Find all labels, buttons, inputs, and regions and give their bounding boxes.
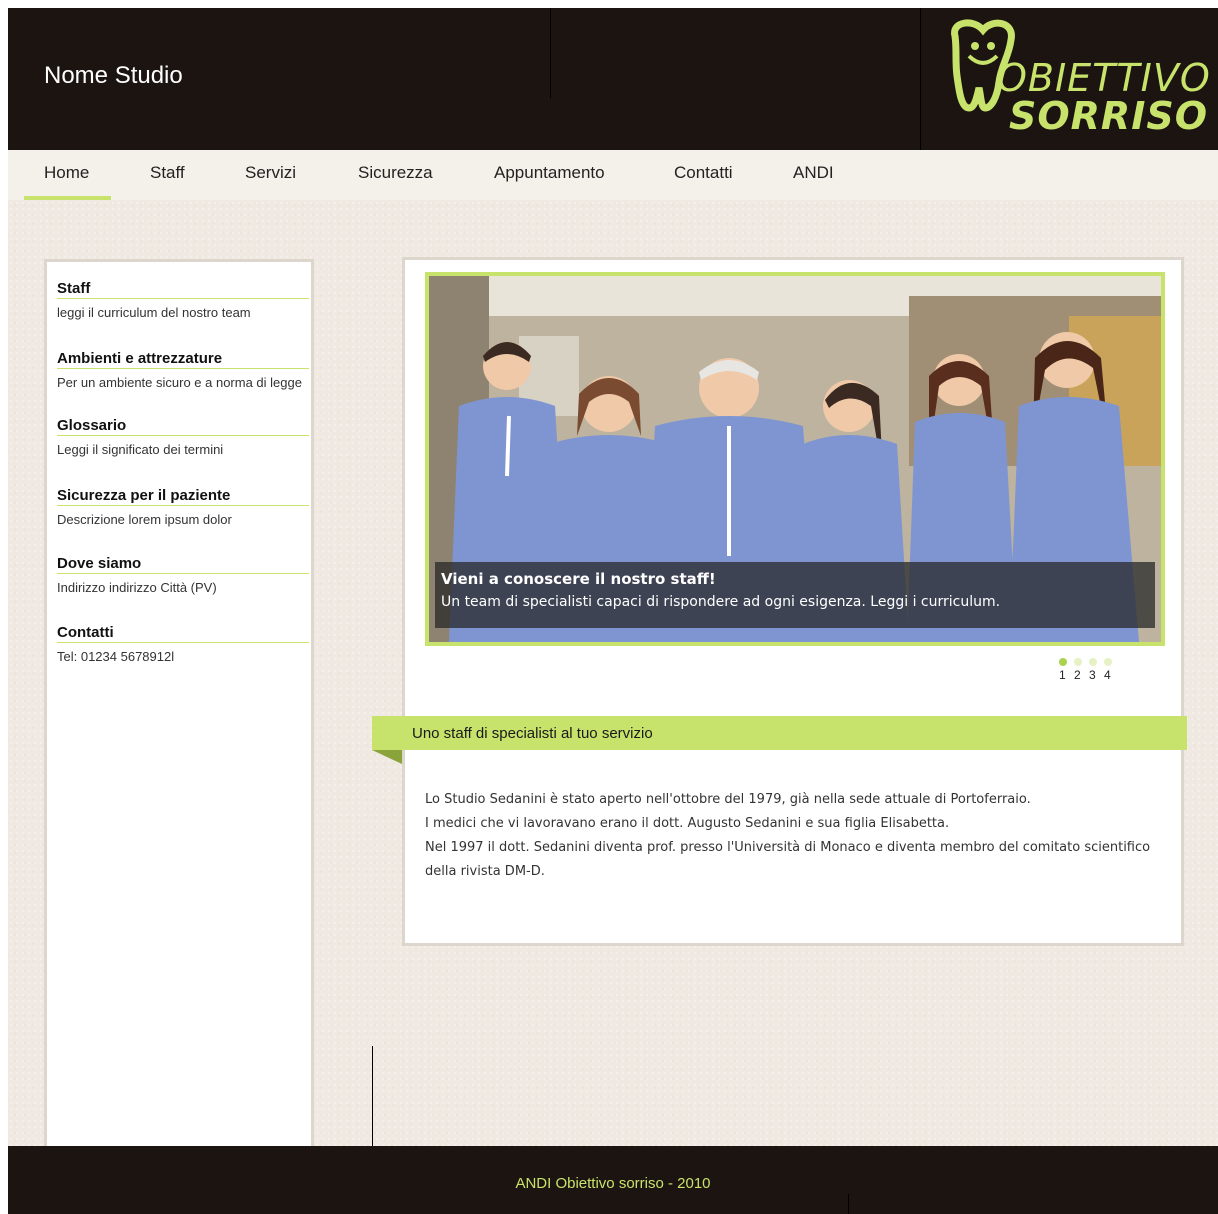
pager-dot-4[interactable] [1104, 658, 1112, 666]
sidebar-item-desc: Leggi il significato dei termini [57, 442, 224, 457]
sidebar-item-title[interactable]: Dove siamo [57, 555, 309, 574]
sidebar-item-desc: Descrizione lorem ipsum dolor [57, 512, 232, 527]
pager-number-1[interactable]: 1 [1059, 668, 1066, 682]
intro-paragraph: Lo Studio Sedanini è stato aperto nell'o… [425, 792, 1031, 807]
sidebar: Staff leggi il curriculum del nostro tea… [44, 259, 314, 1157]
staff-photo: Vieni a conoscere il nostro staff! Un te… [429, 276, 1161, 642]
pager-dot-1[interactable] [1059, 658, 1067, 666]
nav-item-appuntamento[interactable]: Appuntamento [494, 150, 605, 196]
slide-caption-title: Vieni a conoscere il nostro staff! [441, 570, 716, 588]
pager-number-3[interactable]: 3 [1089, 668, 1096, 682]
slide-caption-text[interactable]: Un team di specialisti capaci di rispond… [441, 594, 1000, 610]
pager-dot-2[interactable] [1074, 658, 1082, 666]
intro-paragraph: I medici che vi lavoravano erano il dott… [425, 816, 950, 831]
nav-item-home[interactable]: Home [24, 150, 112, 200]
section-ribbon: Uno staff di specialisti al tuo servizio [372, 716, 1187, 750]
pager-number-4[interactable]: 4 [1104, 668, 1111, 682]
sidebar-item-title[interactable]: Ambienti e attrezzature [57, 350, 309, 369]
nav-item-staff[interactable]: Staff [150, 150, 185, 196]
nav-item-servizi[interactable]: Servizi [245, 150, 296, 196]
sidebar-item-desc: Per un ambiente sicuro e a norma di legg… [57, 375, 302, 390]
main-nav: Home Staff Servizi Sicurezza Appuntament… [8, 150, 1218, 200]
pager-dot-3[interactable] [1089, 658, 1097, 666]
intro-paragraph: Nel 1997 il dott. Sedanini diventa prof.… [425, 840, 1151, 879]
sidebar-item-ambienti: Ambienti e attrezzature Per un ambiente … [57, 350, 309, 390]
intro-text: Lo Studio Sedanini è stato aperto nell'o… [425, 788, 1165, 884]
sidebar-item-sicurezza: Sicurezza per il paziente Descrizione lo… [57, 487, 309, 527]
brand-logo[interactable]: OBIETTIVO SORRISO [943, 16, 1210, 140]
logo-line-2: SORRISO [1009, 94, 1209, 138]
sidebar-item-glossario: Glossario Leggi il significato dei termi… [57, 417, 309, 457]
site-header: Nome Studio OBIETTIVO SORRISO [8, 8, 1218, 150]
site-name[interactable]: Nome Studio [44, 62, 183, 90]
image-slider[interactable]: Vieni a conoscere il nostro staff! Un te… [425, 272, 1165, 646]
ribbon-fold [372, 750, 402, 764]
sidebar-item-title[interactable]: Glossario [57, 417, 309, 436]
section-title: Uno staff di specialisti al tuo servizio [412, 725, 653, 742]
sidebar-item-desc: leggi il curriculum del nostro team [57, 305, 251, 320]
sidebar-item-desc: Indirizzo indirizzo Città (PV) [57, 580, 217, 595]
guide-line [920, 8, 921, 150]
sidebar-item-desc: Tel: 01234 5678912l [57, 649, 175, 664]
guide-line [550, 8, 551, 98]
nav-item-contatti[interactable]: Contatti [674, 150, 733, 196]
footer-text: ANDI Obiettivo sorriso - 2010 [515, 1175, 711, 1192]
sidebar-item-title[interactable]: Sicurezza per il paziente [57, 487, 309, 506]
slider-pager: 1 2 3 4 [1057, 658, 1137, 688]
sidebar-item-staff: Staff leggi il curriculum del nostro tea… [57, 280, 309, 320]
sidebar-item-title[interactable]: Staff [57, 280, 309, 299]
pager-number-2[interactable]: 2 [1074, 668, 1081, 682]
sidebar-item-contatti: Contatti Tel: 01234 5678912l [57, 624, 309, 664]
main-content: Vieni a conoscere il nostro staff! Un te… [372, 257, 1187, 946]
sidebar-item-dove-siamo: Dove siamo Indirizzo indirizzo Città (PV… [57, 555, 309, 595]
nav-item-andi[interactable]: ANDI [793, 150, 834, 196]
site-footer: ANDI Obiettivo sorriso - 2010 [8, 1146, 1218, 1214]
sidebar-item-title[interactable]: Contatti [57, 624, 309, 643]
page: Nome Studio OBIETTIVO SORRISO Home Staff… [8, 8, 1218, 1214]
slide-caption: Vieni a conoscere il nostro staff! Un te… [435, 562, 1155, 628]
guide-line [848, 1194, 849, 1214]
nav-item-sicurezza[interactable]: Sicurezza [358, 150, 433, 196]
